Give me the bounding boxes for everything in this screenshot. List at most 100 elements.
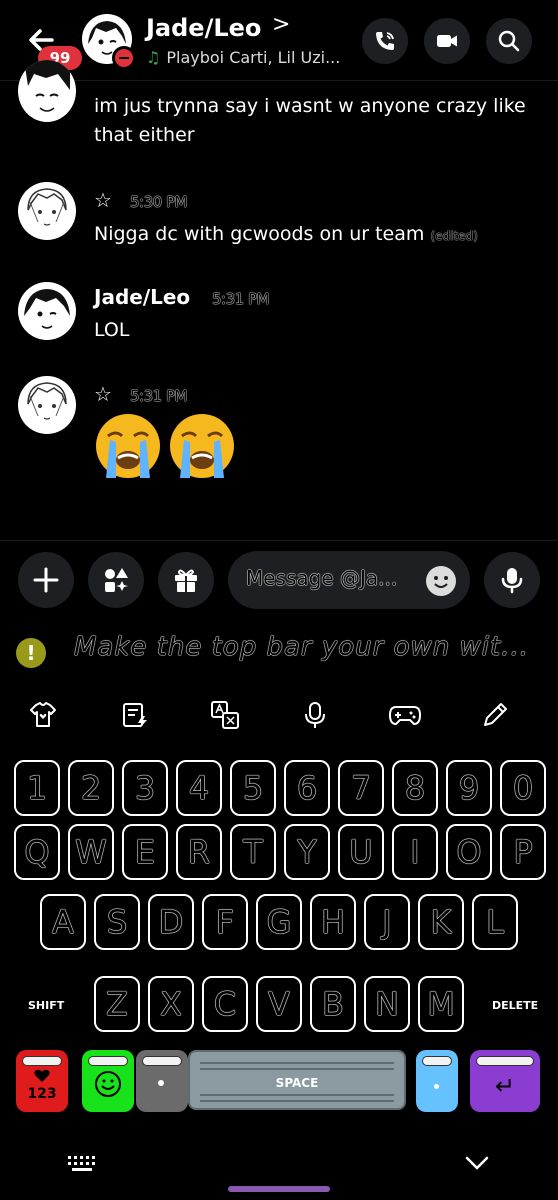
search-button[interactable] (486, 18, 532, 64)
avatar[interactable] (18, 376, 76, 434)
emoji-key[interactable] (82, 1050, 134, 1112)
key-a[interactable]: A (40, 894, 86, 950)
key-0[interactable]: 0 (500, 760, 546, 816)
key-d[interactable]: D (148, 894, 194, 950)
key-u[interactable]: U (338, 824, 384, 880)
chat-header: 99 Jade/Leo > ♫ Playboi Carti, Lil Uzi... (0, 0, 558, 81)
add-attachment-button[interactable] (18, 552, 74, 608)
info-icon: ! (16, 638, 46, 668)
key-j[interactable]: J (364, 894, 410, 950)
phone-icon (376, 32, 394, 50)
key-h[interactable]: H (310, 894, 356, 950)
avatar[interactable] (18, 282, 76, 340)
plus-icon (33, 567, 59, 593)
keyboard-hint[interactable]: Make the top bar your own wit... (74, 632, 529, 662)
microphone-icon (501, 568, 523, 594)
key-l[interactable]: L (472, 894, 518, 950)
emoji-picker-icon[interactable] (426, 566, 456, 596)
activity-text: Playboi Carti, Lil Uzi... (166, 48, 341, 67)
video-call-button[interactable] (424, 18, 470, 64)
key-3[interactable]: 3 (122, 760, 168, 816)
key-c[interactable]: C (202, 976, 248, 1032)
dot-icon (434, 1084, 439, 1089)
search-icon (498, 30, 520, 52)
message-author[interactable]: ☆ (94, 188, 112, 212)
key-4[interactable]: 4 (176, 760, 222, 816)
gift-button[interactable] (158, 552, 214, 608)
key-f[interactable]: F (202, 894, 248, 950)
delete-key[interactable]: DELETE (492, 999, 538, 1012)
theme-shirt-icon[interactable] (28, 700, 58, 730)
game-controller-icon[interactable] (388, 700, 422, 730)
chevron-right-icon[interactable]: > (272, 12, 290, 37)
key-q[interactable]: Q (14, 824, 60, 880)
apps-button[interactable] (88, 552, 144, 608)
key-z[interactable]: Z (94, 976, 140, 1032)
avatar[interactable] (18, 182, 76, 240)
key-6[interactable]: 6 (284, 760, 330, 816)
apps-icon (105, 568, 128, 592)
comma-key[interactable] (136, 1050, 188, 1112)
symbols-key[interactable]: 123 (16, 1050, 68, 1112)
gift-icon (175, 569, 197, 592)
key-8[interactable]: 8 (392, 760, 438, 816)
pencil-icon[interactable] (480, 700, 510, 730)
key-2[interactable]: 2 (68, 760, 114, 816)
smiley-icon (94, 1070, 122, 1102)
home-indicator[interactable] (228, 1186, 330, 1192)
key-k[interactable]: K (418, 894, 464, 950)
period-key[interactable] (416, 1050, 458, 1112)
edited-tag: (edited) (430, 229, 478, 243)
voice-message-button[interactable] (484, 552, 540, 608)
music-note-icon: ♫ (146, 48, 161, 67)
loudly-crying-face-icon (166, 408, 238, 480)
key-x[interactable]: X (148, 976, 194, 1032)
chevron-down-icon[interactable] (464, 1154, 490, 1176)
message-text: im jus trynna say i wasnt w anyone crazy… (94, 95, 526, 146)
key-m[interactable]: M (418, 976, 464, 1032)
voice-call-button[interactable] (362, 18, 408, 64)
notes-icon[interactable] (120, 700, 150, 730)
key-b[interactable]: B (310, 976, 356, 1032)
key-w[interactable]: W (68, 824, 114, 880)
message-content: Nigga dc with gcwoods on ur team (edited… (94, 220, 478, 251)
message-timestamp: 5:31 PM (212, 290, 269, 308)
keyboard-switch-icon[interactable] (68, 1156, 96, 1176)
message-author[interactable]: Jade/Leo (94, 285, 190, 309)
message-text: LOL (94, 319, 130, 341)
message-text: Nigga dc with gcwoods on ur team (94, 223, 425, 245)
space-label: SPACE (275, 1076, 319, 1090)
key-y[interactable]: Y (284, 824, 330, 880)
divider (0, 540, 558, 541)
message-timestamp: 5:30 PM (130, 193, 187, 211)
key-n[interactable]: N (364, 976, 410, 1032)
message-input-placeholder: Message @Ja... (246, 566, 398, 590)
key-s[interactable]: S (94, 894, 140, 950)
space-key[interactable]: SPACE (188, 1050, 406, 1110)
shift-key[interactable]: SHIFT (28, 999, 64, 1012)
key-1[interactable]: 1 (14, 760, 60, 816)
dnd-status-icon (112, 46, 136, 70)
key-v[interactable]: V (256, 976, 302, 1032)
key-e[interactable]: E (122, 824, 168, 880)
key-o[interactable]: O (446, 824, 492, 880)
translate-icon[interactable] (210, 700, 240, 730)
key-7[interactable]: 7 (338, 760, 384, 816)
key-p[interactable]: P (500, 824, 546, 880)
key-9[interactable]: 9 (446, 760, 492, 816)
video-camera-icon (437, 35, 457, 47)
dot-icon (158, 1080, 164, 1086)
enter-key[interactable]: ↵ (470, 1050, 540, 1112)
activity-status: ♫ Playboi Carti, Lil Uzi... (146, 48, 340, 67)
key-r[interactable]: R (176, 824, 222, 880)
key-g[interactable]: G (256, 894, 302, 950)
microphone-icon[interactable] (300, 700, 330, 730)
heart-icon (34, 1068, 50, 1087)
page-title[interactable]: Jade/Leo (146, 14, 261, 42)
key-5[interactable]: 5 (230, 760, 276, 816)
key-i[interactable]: I (392, 824, 438, 880)
avatar[interactable] (18, 60, 76, 122)
loudly-crying-face-icon (92, 408, 164, 480)
key-t[interactable]: T (230, 824, 276, 880)
message-author[interactable]: ☆ (94, 382, 112, 406)
